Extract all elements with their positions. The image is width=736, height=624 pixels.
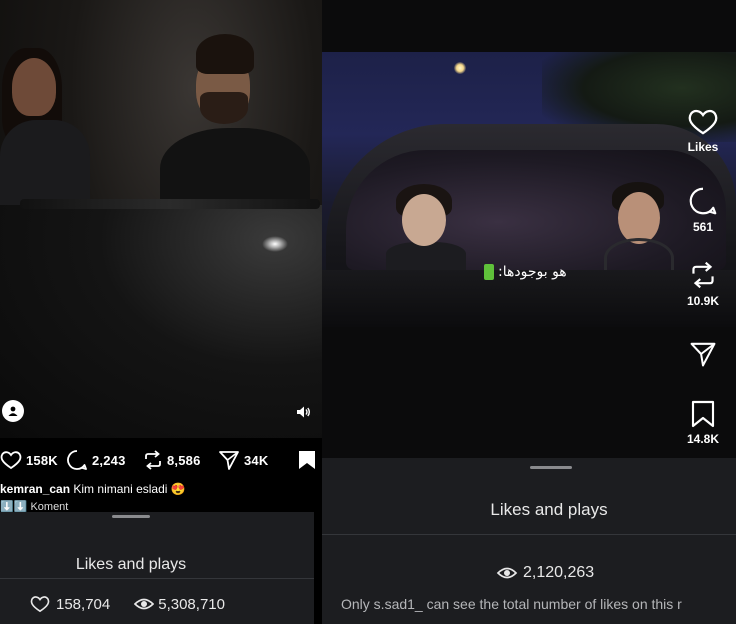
privacy-note: Only s.sad1_ can see the total number of… [341, 596, 682, 612]
comment-icon [67, 450, 87, 470]
sheet-drag-handle[interactable] [530, 466, 572, 469]
repost-icon [692, 261, 714, 289]
comments-count: 561 [692, 220, 714, 234]
likes-and-plays-sheet-left: Likes and plays 158,704 5,308,710 [0, 512, 314, 624]
person-icon [8, 406, 18, 416]
total-plays: 2,120,263 [523, 564, 595, 581]
repost-button[interactable]: 10.9K [680, 260, 726, 308]
repost-button[interactable]: 8,586 [143, 446, 201, 474]
sheet-stats: 158,704 5,308,710 [30, 595, 225, 613]
saves-count: 14.8K [686, 432, 720, 446]
comment-button[interactable]: 561 [680, 186, 726, 234]
right-reel-panel: هو بوجودها: Likes 561 10.9K 14.8K Likes … [322, 0, 736, 624]
sheet-plays: 2,120,263 [496, 564, 594, 582]
like-button[interactable]: 158K [0, 446, 58, 474]
total-plays: 5,308,710 [158, 595, 225, 613]
total-likes: 158,704 [56, 595, 111, 613]
reposts-count: 10.9K [686, 294, 720, 308]
post-caption: kemran_can Kim nimani esladi 😍 [0, 482, 186, 496]
subtitle-text: هو بوجودها: [498, 264, 567, 280]
tagged-people-button[interactable] [2, 400, 24, 422]
video-subtitle: هو بوجودها: [484, 264, 567, 280]
left-reel-panel: 158K 2,243 8,586 34K kemran_can Kim nima… [0, 0, 322, 624]
sheet-title: Likes and plays [75, 556, 187, 573]
shares-count: 34K [244, 452, 269, 468]
sheet-divider [322, 534, 736, 535]
likes-label: Likes [687, 140, 719, 154]
caption-username[interactable]: kemran_can [0, 482, 70, 496]
reposts-count: 8,586 [167, 452, 201, 468]
video-street-lamp [454, 62, 466, 74]
bookmark-icon [691, 400, 715, 428]
caption-text: Kim nimani esladi 😍 [73, 482, 186, 496]
video-figure [618, 192, 660, 244]
eye-icon [134, 598, 155, 610]
share-icon [219, 451, 239, 470]
video-light-glare [262, 236, 288, 252]
share-button[interactable]: 34K [218, 446, 268, 474]
mute-button[interactable] [294, 402, 314, 422]
save-button[interactable] [298, 446, 316, 474]
heart-icon [688, 109, 718, 135]
save-button[interactable]: 14.8K [680, 400, 726, 446]
video-figure [196, 34, 254, 74]
left-action-bar: 158K 2,243 8,586 34K [0, 446, 322, 474]
video-figure [0, 120, 90, 210]
video-figure [386, 242, 466, 272]
heart-icon [0, 451, 22, 470]
video-figure [12, 58, 56, 116]
share-icon [690, 342, 716, 367]
likes-and-plays-sheet-right: Likes and plays 2,120,263 Only s.sad1_ c… [322, 458, 736, 624]
speaker-icon [297, 406, 310, 418]
sheet-title: Likes and plays [490, 500, 608, 519]
like-button[interactable]: Likes [680, 108, 726, 154]
left-video-frame[interactable] [0, 0, 322, 438]
repost-icon [145, 450, 161, 470]
right-video-frame[interactable]: هو بوجودها: [322, 52, 736, 327]
sheet-divider [0, 578, 314, 579]
bookmark-icon [299, 451, 315, 469]
share-button[interactable] [680, 340, 726, 368]
comments-count: 2,243 [92, 452, 126, 468]
heart-icon [30, 596, 50, 613]
battery-emoji-icon [484, 264, 494, 280]
sheet-drag-handle[interactable] [112, 515, 150, 518]
eye-icon [496, 567, 518, 579]
comment-icon [689, 187, 717, 215]
likes-count: 158K [26, 452, 58, 468]
video-figure [200, 92, 248, 124]
comment-button[interactable]: 2,243 [66, 446, 126, 474]
video-figure [402, 194, 446, 246]
